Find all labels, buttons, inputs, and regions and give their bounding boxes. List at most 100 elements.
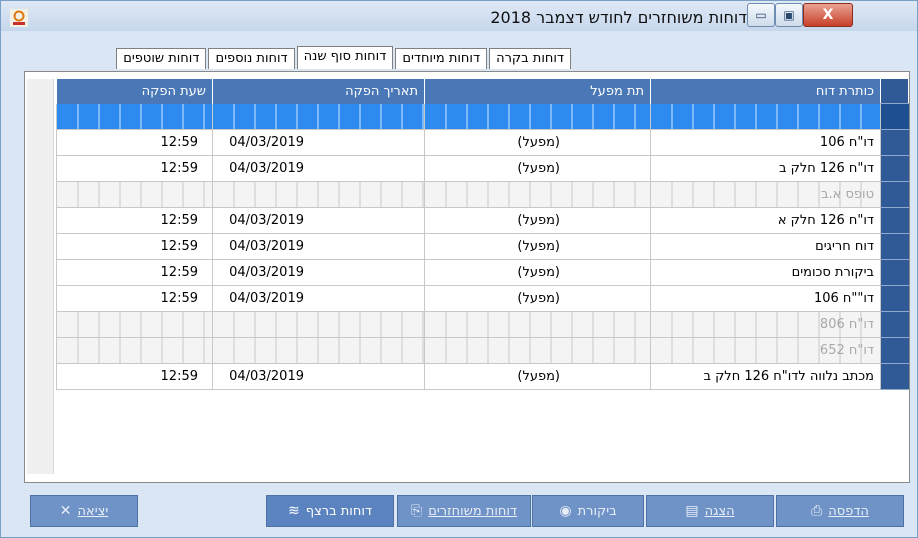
cell-date[interactable] <box>212 103 425 130</box>
exit-button[interactable]: יציאה ✕ <box>30 495 138 527</box>
cell-subplant[interactable] <box>424 337 651 364</box>
cell-subplant[interactable]: (מפעל) <box>424 233 651 260</box>
tab-control-reports[interactable]: דוחות בקרה <box>489 48 571 69</box>
restore-icon: ⎘ <box>411 503 423 519</box>
cell-date[interactable]: 04/03/2019 <box>212 207 425 234</box>
table-row[interactable]: דוח חריגים (מפעל) 04/03/2019 12:59 <box>56 233 909 260</box>
row-indicator <box>880 207 909 234</box>
continuous-label: דוחות ברצף <box>305 503 372 519</box>
table-row[interactable]: מכתב נלווה לדו"ח 126 חלק ב (מפעל) 04/03/20… <box>56 363 909 390</box>
row-indicator-header <box>880 79 909 104</box>
row-indicator <box>880 311 909 338</box>
tab-panel: כותרת דוח תת מפעל תאריך הפקה שעת הפקה דו… <box>24 71 910 483</box>
cell-subplant[interactable]: (מפעל) <box>424 129 651 156</box>
cell-time[interactable] <box>56 311 213 338</box>
restored-label: דוחות משוחזרים <box>428 503 518 519</box>
report-tabs: דוחות בקרה דוחות מיוחדים דוחות סוף שנה ד… <box>28 46 571 70</box>
cell-time[interactable] <box>56 181 213 208</box>
tab-additional-reports[interactable]: דוחות נוספים <box>208 48 295 69</box>
row-indicator <box>880 181 909 208</box>
cell-date[interactable]: 04/03/2019 <box>212 233 425 260</box>
row-indicator <box>880 285 909 312</box>
cell-time[interactable] <box>56 103 213 130</box>
cell-report-title[interactable]: דו"ח 806 <box>650 311 881 338</box>
cell-date[interactable]: 04/03/2019 <box>212 259 425 286</box>
reports-grid: כותרת דוח תת מפעל תאריך הפקה שעת הפקה דו… <box>56 79 909 390</box>
print-label: הדפסה <box>828 503 869 519</box>
cell-date[interactable]: 04/03/2019 <box>212 155 425 182</box>
cell-time[interactable]: 12:59 <box>56 259 213 286</box>
row-indicator <box>880 103 909 130</box>
cell-date[interactable]: 04/03/2019 <box>212 129 425 156</box>
grid-side-gutter <box>27 79 54 474</box>
cell-time[interactable] <box>56 337 213 364</box>
row-indicator <box>880 155 909 182</box>
title-bar[interactable]: דוחות משוחזרים לחודש דצמבר 2018 ▭ ▣ X <box>1 1 917 31</box>
cell-date[interactable] <box>212 337 425 364</box>
table-row[interactable]: טופס א.ב <box>56 181 909 208</box>
cell-report-title[interactable]: דו""ח 106 <box>650 285 881 312</box>
cell-time[interactable]: 12:59 <box>56 233 213 260</box>
cell-subplant[interactable]: (מפעל) <box>424 207 651 234</box>
table-row[interactable]: דו"ח 106 (מפעל) 04/03/2019 12:59 <box>56 129 909 156</box>
cell-report-title[interactable]: דוח חריגים <box>650 233 881 260</box>
cell-date[interactable]: 04/03/2019 <box>212 363 425 390</box>
report-window: דוחות משוחזרים לחודש דצמבר 2018 ▭ ▣ X דו… <box>0 0 918 538</box>
cell-report-title[interactable]: דו"ח 126 חלק ב <box>650 155 881 182</box>
table-row[interactable] <box>56 103 909 130</box>
eye-icon: ◉ <box>559 503 572 519</box>
row-indicator <box>880 363 909 390</box>
cell-subplant[interactable]: (מפעל) <box>424 155 651 182</box>
cell-report-title[interactable]: ביקורת סכומים <box>650 259 881 286</box>
table-row[interactable]: דו"ח 652 <box>56 337 909 364</box>
cell-report-title[interactable]: דו"ח 126 חלק א <box>650 207 881 234</box>
cell-date[interactable] <box>212 181 425 208</box>
cell-time[interactable]: 12:59 <box>56 285 213 312</box>
table-row[interactable]: דו""ח 106 (מפעל) 04/03/2019 12:59 <box>56 285 909 312</box>
column-header-time[interactable]: שעת הפקה <box>56 79 213 104</box>
cell-time[interactable]: 12:59 <box>56 129 213 156</box>
cell-subplant[interactable] <box>424 103 651 130</box>
table-row[interactable]: דו"ח 806 <box>56 311 909 338</box>
table-row[interactable]: דו"ח 126 חלק א (מפעל) 04/03/2019 12:59 <box>56 207 909 234</box>
row-indicator <box>880 129 909 156</box>
cell-report-title[interactable]: טופס א.ב <box>650 181 881 208</box>
tab-current-reports[interactable]: דוחות שוטפים <box>116 48 207 69</box>
column-header-subplant[interactable]: תת מפעל <box>424 79 651 104</box>
row-indicator <box>880 233 909 260</box>
cell-subplant[interactable] <box>424 181 651 208</box>
stack-icon: ≋ <box>288 503 300 519</box>
cell-report-title[interactable]: דו"ח 106 <box>650 129 881 156</box>
cell-report-title[interactable]: מכתב נלווה לדו"ח 126 חלק ב <box>650 363 881 390</box>
action-bar: הדפסה ⎙ הצגה ▤ ביקורת ◉ דוחות משוחזרים ⎘… <box>24 485 908 531</box>
cell-time[interactable]: 12:59 <box>56 363 213 390</box>
app-logo-icon <box>10 9 28 27</box>
table-row[interactable]: ביקורת סכומים (מפעל) 04/03/2019 12:59 <box>56 259 909 286</box>
table-row[interactable]: דו"ח 126 חלק ב (מפעל) 04/03/2019 12:59 <box>56 155 909 182</box>
maximize-button[interactable]: ▣ <box>775 3 803 27</box>
review-button[interactable]: ביקורת ◉ <box>532 495 644 527</box>
close-x-icon: ✕ <box>59 503 72 519</box>
print-button[interactable]: הדפסה ⎙ <box>776 495 904 527</box>
cell-subplant[interactable]: (מפעל) <box>424 285 651 312</box>
continuous-reports-button[interactable]: דוחות ברצף ≋ <box>266 495 394 527</box>
cell-time[interactable]: 12:59 <box>56 155 213 182</box>
column-header-title[interactable]: כותרת דוח <box>650 79 881 104</box>
column-header-date[interactable]: תאריך הפקה <box>212 79 425 104</box>
tab-special-reports[interactable]: דוחות מיוחדים <box>395 48 488 69</box>
cell-time[interactable]: 12:59 <box>56 207 213 234</box>
tab-year-end-reports[interactable]: דוחות סוף שנה <box>296 46 394 69</box>
cell-report-title[interactable]: דו"ח 652 <box>650 337 881 364</box>
window-title: דוחות משוחזרים לחודש דצמבר 2018 <box>490 8 747 27</box>
cell-date[interactable] <box>212 311 425 338</box>
cell-report-title[interactable] <box>650 103 881 130</box>
cell-subplant[interactable]: (מפעל) <box>424 259 651 286</box>
cell-date[interactable]: 04/03/2019 <box>212 285 425 312</box>
restored-reports-button[interactable]: דוחות משוחזרים ⎘ <box>397 495 531 527</box>
cell-subplant[interactable] <box>424 311 651 338</box>
minimize-button[interactable]: ▭ <box>747 3 775 27</box>
close-button[interactable]: X <box>803 3 853 27</box>
cell-subplant[interactable]: (מפעל) <box>424 363 651 390</box>
show-button[interactable]: הצגה ▤ <box>646 495 774 527</box>
exit-label: יציאה <box>77 503 109 519</box>
